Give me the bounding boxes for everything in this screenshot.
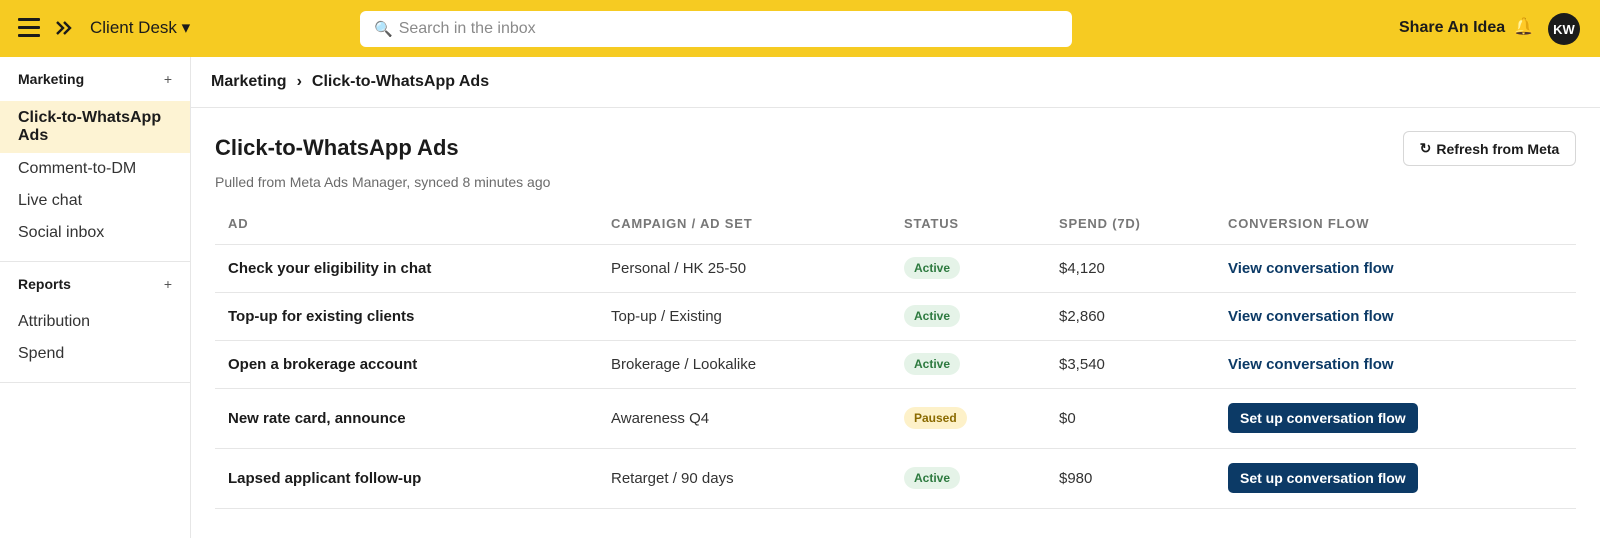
bell-icon[interactable]: 🔔 <box>1513 17 1534 37</box>
status-badge: Active <box>904 305 961 327</box>
workspace-switcher[interactable]: Client Desk ▾ <box>90 18 190 38</box>
table-row: Top-up for existing clients Top-up / Exi… <box>215 292 1576 341</box>
sidebar-section-title: Reports <box>18 276 71 292</box>
double-chevron-right-icon[interactable] <box>53 17 75 39</box>
sidebar-item-click-to-whatsapp-ads[interactable]: Click-to-WhatsApp Ads <box>0 101 190 153</box>
flow-cell: Set up conversation flow <box>1215 388 1576 449</box>
table-row: Check your eligibility in chat Personal … <box>215 244 1576 293</box>
top-bar: Client Desk ▾ 🔍 Share An Idea 🔔 KW <box>0 0 1600 57</box>
status-cell: Active <box>891 244 1046 293</box>
flow-cell: View conversation flow <box>1215 340 1576 389</box>
page-title: Click-to-WhatsApp Ads <box>215 135 459 160</box>
campaign-name: Awareness Q4 <box>598 388 891 449</box>
add-icon[interactable]: + <box>164 276 172 292</box>
flow-cell: Set up conversation flow <box>1215 448 1576 509</box>
add-icon[interactable]: + <box>164 71 172 87</box>
status-cell: Active <box>891 292 1046 341</box>
spend-value: $2,860 <box>1046 292 1215 341</box>
status-cell: Active <box>891 340 1046 389</box>
table-header-row: AD CAMPAIGN / AD SET STATUS SPEND (7D) C… <box>215 204 1576 245</box>
status-cell: Active <box>891 448 1046 509</box>
refresh-label: Refresh from Meta <box>1436 140 1560 157</box>
column-header-campaign: CAMPAIGN / AD SET <box>598 204 891 245</box>
campaign-name: Brokerage / Lookalike <box>598 340 891 389</box>
sidebar-item-social-inbox[interactable]: Social inbox <box>0 217 190 249</box>
sidebar-section-marketing: Marketing + Click-to-WhatsApp Ads Commen… <box>0 57 190 262</box>
view-conversation-flow-link[interactable]: View conversation flow <box>1228 260 1394 277</box>
campaign-name: Retarget / 90 days <box>598 448 891 509</box>
set-up-conversation-flow-button[interactable]: Set up conversation flow <box>1228 463 1418 493</box>
refresh-icon: ↻ <box>1419 140 1432 156</box>
table-row: Open a brokerage account Brokerage / Loo… <box>215 340 1576 389</box>
breadcrumb: Marketing › Click-to-WhatsApp Ads <box>191 57 1600 108</box>
view-conversation-flow-link[interactable]: View conversation flow <box>1228 356 1394 373</box>
search-box[interactable]: 🔍 <box>360 11 1072 47</box>
sidebar-item-live-chat[interactable]: Live chat <box>0 185 190 217</box>
sidebar-item-attribution[interactable]: Attribution <box>0 306 190 338</box>
page-subtitle: Pulled from Meta Ads Manager, synced 8 m… <box>215 174 551 190</box>
flow-cell: View conversation flow <box>1215 292 1576 341</box>
column-header-status: STATUS <box>891 204 1046 245</box>
flow-cell: View conversation flow <box>1215 244 1576 293</box>
set-up-conversation-flow-button[interactable]: Set up conversation flow <box>1228 403 1418 433</box>
table-row: Lapsed applicant follow-up Retarget / 90… <box>215 448 1576 509</box>
column-header-spend: SPEND (7D) <box>1046 204 1215 245</box>
hamburger-menu-icon[interactable] <box>18 18 40 38</box>
ad-name: Open a brokerage account <box>215 340 598 389</box>
sidebar-section-reports: Reports + Attribution Spend <box>0 262 190 383</box>
sidebar: Marketing + Click-to-WhatsApp Ads Commen… <box>0 57 191 538</box>
breadcrumb-separator-icon: › <box>296 73 302 90</box>
search-icon: 🔍 <box>374 21 393 38</box>
spend-value: $3,540 <box>1046 340 1215 389</box>
breadcrumb-parent[interactable]: Marketing <box>211 73 287 91</box>
sidebar-section-header: Marketing + <box>0 57 190 101</box>
spend-value: $980 <box>1046 448 1215 509</box>
ad-name: New rate card, announce <box>215 388 598 449</box>
sidebar-item-spend[interactable]: Spend <box>0 338 190 370</box>
campaign-name: Personal / HK 25-50 <box>598 244 891 293</box>
ad-name: Check your eligibility in chat <box>215 244 598 293</box>
breadcrumb-current: Click-to-WhatsApp Ads <box>311 73 490 90</box>
spend-value: $0 <box>1046 388 1215 449</box>
status-cell: Paused <box>891 388 1046 449</box>
avatar[interactable]: KW <box>1548 13 1580 45</box>
ads-table: AD CAMPAIGN / AD SET STATUS SPEND (7D) C… <box>215 204 1576 509</box>
spend-value: $4,120 <box>1046 244 1215 293</box>
refresh-from-meta-button[interactable]: ↻ Refresh from Meta <box>1403 131 1576 166</box>
table-row: New rate card, announce Awareness Q4 Pau… <box>215 388 1576 449</box>
ad-name: Top-up for existing clients <box>215 292 598 341</box>
column-header-conversion-flow: CONVERSION FLOW <box>1215 204 1576 245</box>
sidebar-item-comment-to-dm[interactable]: Comment-to-DM <box>0 153 190 185</box>
status-badge: Active <box>904 467 961 489</box>
search-input[interactable] <box>398 20 1072 38</box>
status-badge: Active <box>904 257 961 279</box>
campaign-name: Top-up / Existing <box>598 292 891 341</box>
sidebar-section-header: Reports + <box>0 262 190 306</box>
column-header-ad: AD <box>215 204 598 245</box>
view-conversation-flow-link[interactable]: View conversation flow <box>1228 308 1394 325</box>
sidebar-section-title: Marketing <box>18 71 85 87</box>
status-badge: Paused <box>904 407 967 429</box>
ad-name: Lapsed applicant follow-up <box>215 448 598 509</box>
share-idea-button[interactable]: Share An Idea <box>1399 19 1505 37</box>
status-badge: Active <box>904 353 961 375</box>
